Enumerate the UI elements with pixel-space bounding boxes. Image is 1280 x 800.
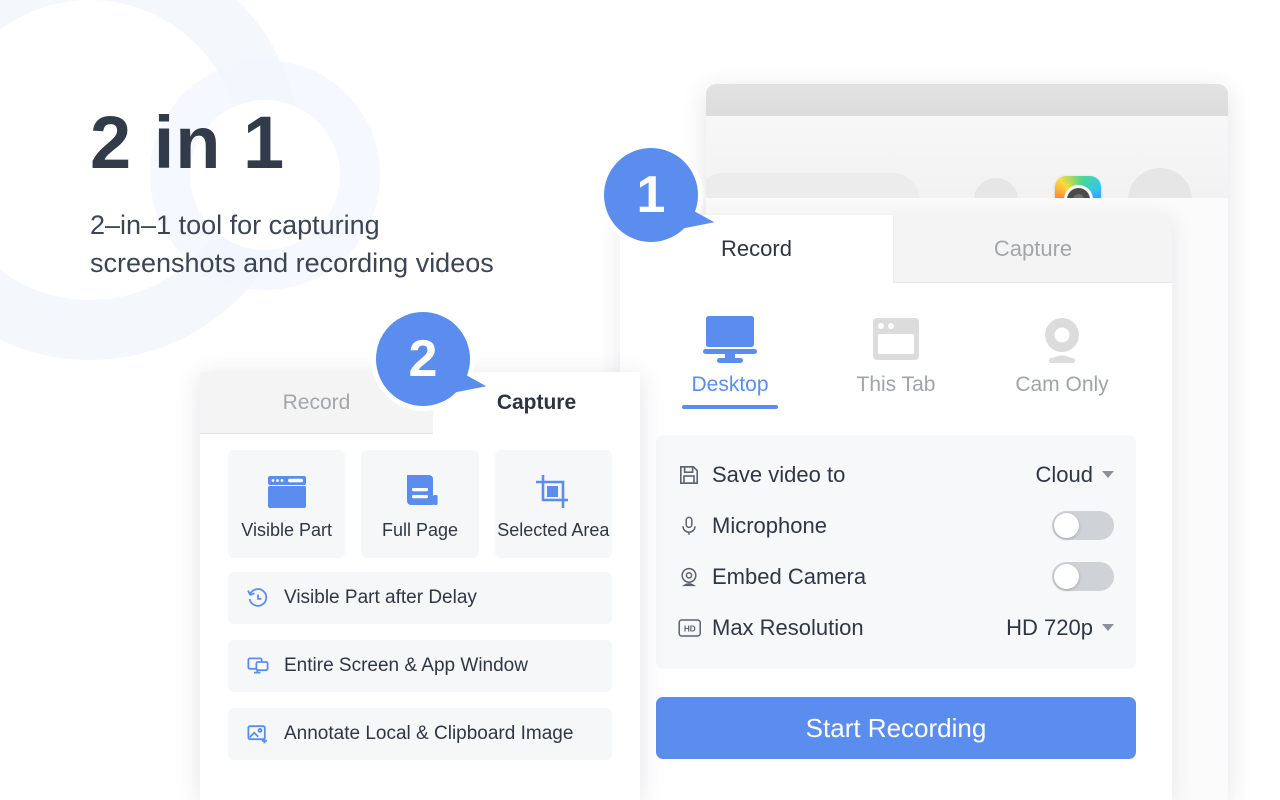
capture-card-full-page-label: Full Page [382,520,458,541]
setting-microphone[interactable]: Microphone [678,500,1114,551]
embed-camera-toggle-knob [1054,564,1079,589]
callout-badge-1: 1 [604,148,698,242]
clock-delay-icon [246,586,284,610]
image-annotate-icon [246,722,284,746]
capture-popup-panel: Record Capture Visible Part [200,372,640,800]
browser-window-filled-icon [266,468,308,516]
microphone-icon [678,515,712,537]
capture-item-entire-screen-app-window-label: Entire Screen & App Window [284,655,528,677]
mode-cam-only-label: Cam Only [1015,373,1108,397]
capture-card-selected-area-label: Selected Area [497,520,609,541]
callout-badge-1-label: 1 [637,165,666,225]
screen-window-icon [246,654,284,678]
mode-desktop-underline [682,405,778,409]
webcam-icon [1035,307,1089,363]
page-title: 2 in 1 [90,104,610,182]
capture-item-visible-part-after-delay-label: Visible Part after Delay [284,587,477,609]
setting-embed-camera-label: Embed Camera [712,564,1052,590]
tab-record-label: Record [721,236,792,262]
microphone-toggle-knob [1054,513,1079,538]
tab-capture[interactable]: Capture [893,215,1172,283]
record-popup-panel: Record Capture Desktop [620,215,1172,800]
webcam-icon [678,566,712,588]
setting-embed-camera[interactable]: Embed Camera [678,551,1114,602]
capture-card-visible-part-label: Visible Part [241,520,332,541]
mode-cam-only[interactable]: Cam Only [986,307,1138,409]
mode-cam-only-underline [1014,405,1110,409]
mode-this-tab[interactable]: This Tab [820,307,972,409]
callout-badge-2-label: 2 [409,329,438,389]
mode-desktop[interactable]: Desktop [654,307,806,409]
record-settings-card: Save video to Cloud Microphone [656,435,1136,669]
capture-item-annotate-local-clipboard-image-label: Annotate Local & Clipboard Image [284,723,573,745]
hero-copy: 2 in 1 2–in–1 tool for capturing screens… [90,104,610,282]
start-recording-button[interactable]: Start Recording [656,697,1136,759]
browser-window-icon [869,307,923,363]
mode-this-tab-label: This Tab [857,373,936,397]
setting-max-resolution-label: Max Resolution [712,615,1006,641]
setting-microphone-label: Microphone [712,513,1052,539]
embed-camera-toggle[interactable] [1052,562,1114,591]
save-video-to-dropdown[interactable]: Cloud [1036,462,1114,488]
max-resolution-value: HD 720p [1006,615,1093,641]
setting-max-resolution[interactable]: HD Max Resolution HD 720p [678,602,1114,653]
capture-card-visible-part[interactable]: Visible Part [228,450,345,558]
chevron-down-icon [1102,624,1114,631]
page-subtitle: 2–in–1 tool for capturing screenshots an… [90,206,590,283]
record-mode-selector: Desktop This Tab [620,283,1172,409]
promo-banner: 2 in 1 2–in–1 tool for capturing screens… [0,0,1280,800]
floppy-disk-icon [678,464,712,486]
max-resolution-dropdown[interactable]: HD 720p [1006,615,1114,641]
chevron-down-icon [1102,471,1114,478]
capture-card-full-page[interactable]: Full Page [361,450,478,558]
svg-text:HD: HD [684,624,696,633]
setting-save-video-to-label: Save video to [712,462,1036,488]
capture-mode-cards: Visible Part Full Page [200,434,640,558]
capture-options-list: Visible Part after Delay Entire Screen &… [200,558,640,760]
capture-item-visible-part-after-delay[interactable]: Visible Part after Delay [228,572,612,624]
tab-capture-label: Capture [497,391,576,415]
mode-this-tab-underline [848,405,944,409]
capture-card-selected-area[interactable]: Selected Area [495,450,612,558]
save-video-to-value: Cloud [1036,462,1093,488]
browser-toolbar [706,116,1228,198]
tab-record-label: Record [283,391,351,415]
hd-badge-icon: HD [678,618,712,638]
capture-item-annotate-local-clipboard-image[interactable]: Annotate Local & Clipboard Image [228,708,612,760]
monitor-icon [703,307,757,363]
mode-desktop-label: Desktop [691,373,768,397]
microphone-toggle[interactable] [1052,511,1114,540]
scroll-page-icon [399,468,441,516]
browser-titlebar [706,84,1228,116]
callout-badge-2: 2 [376,312,470,406]
crop-icon [532,468,574,516]
setting-save-video-to[interactable]: Save video to Cloud [678,449,1114,500]
capture-item-entire-screen-app-window[interactable]: Entire Screen & App Window [228,640,612,692]
tab-capture-label: Capture [994,236,1072,262]
